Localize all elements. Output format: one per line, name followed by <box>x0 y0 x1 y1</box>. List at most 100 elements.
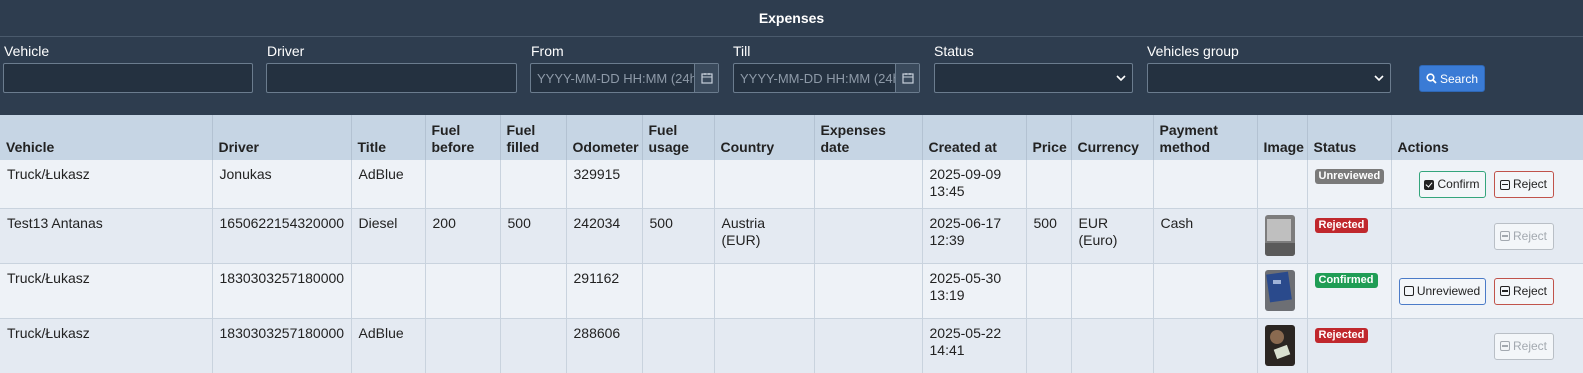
cell-vehicle: Truck/Łukasz <box>0 263 213 319</box>
cell-odometer: 329915 <box>566 160 643 209</box>
country-currency: (EUR) <box>721 231 761 248</box>
cell-currency <box>1071 263 1154 319</box>
cell-expenses-date <box>814 160 923 209</box>
currency-name: (Euro) <box>1078 231 1118 248</box>
search-button[interactable]: Search <box>1419 65 1485 92</box>
till-label: Till <box>733 43 751 59</box>
confirm-button[interactable]: Confirm <box>1418 171 1486 198</box>
expense-image-thumbnail[interactable] <box>1264 324 1295 366</box>
col-created-at[interactable]: Created at <box>922 115 1027 160</box>
created-time: 13:19 <box>929 286 965 303</box>
cell-fuel-usage <box>642 318 715 373</box>
col-payment-method[interactable]: Payment method <box>1153 115 1258 160</box>
status-badge: Rejected <box>1314 217 1369 233</box>
unreviewed-button[interactable]: Unreviewed <box>1398 277 1486 305</box>
col-fuel-usage[interactable]: Fuel usage <box>642 115 715 160</box>
cell-price: 500 <box>1026 208 1072 264</box>
cell-status: Confirmed <box>1307 263 1392 319</box>
cell-fuel-filled <box>500 263 567 319</box>
created-date: 2025-06-17 <box>929 214 1002 231</box>
reject-button[interactable]: Reject <box>1493 277 1554 305</box>
cell-driver: 1830303257180000 <box>212 318 352 373</box>
cell-image <box>1257 318 1308 373</box>
created-time: 14:41 <box>929 341 965 358</box>
table-row[interactable]: Truck/Łukasz Jonukas AdBlue 329915 2025-… <box>0 160 1583 209</box>
created-time: 12:39 <box>929 231 965 248</box>
expenses-table: Vehicle Driver Title Fuel before Fuel fi… <box>0 115 1583 373</box>
expense-image-thumbnail[interactable] <box>1264 214 1295 256</box>
cell-created-at: 2025-09-09 13:45 <box>922 160 1027 209</box>
col-odometer[interactable]: Odometer <box>566 115 643 160</box>
cell-payment-method <box>1153 318 1258 373</box>
reject-button[interactable]: Reject <box>1493 222 1554 250</box>
currency-code: EUR <box>1078 214 1109 231</box>
chevron-down-icon <box>1374 74 1384 81</box>
cell-country <box>714 318 815 373</box>
cell-price <box>1026 160 1072 209</box>
minus-square-icon <box>1499 286 1510 296</box>
till-date-input[interactable]: YYYY-MM-DD HH:MM (24h) <box>733 63 920 93</box>
reject-button[interactable]: Reject <box>1493 332 1554 360</box>
cell-status: Rejected <box>1307 318 1392 373</box>
cell-image <box>1257 263 1308 319</box>
status-badge: Rejected <box>1314 327 1369 343</box>
cell-driver: 1650622154320000 <box>212 208 352 264</box>
calendar-icon[interactable] <box>895 64 919 92</box>
expense-image-thumbnail[interactable] <box>1264 269 1295 311</box>
reject-label: Reject <box>1512 283 1547 298</box>
driver-label: Driver <box>267 43 305 59</box>
vehicles-group-select[interactable] <box>1147 63 1391 93</box>
col-driver[interactable]: Driver <box>212 115 352 160</box>
cell-actions: Confirm Reject <box>1391 160 1583 209</box>
unreviewed-label: Unreviewed <box>1416 283 1481 298</box>
cell-fuel-filled <box>500 318 567 373</box>
col-fuel-filled[interactable]: Fuel filled <box>500 115 567 160</box>
col-country[interactable]: Country <box>714 115 815 160</box>
status-select[interactable] <box>934 63 1133 93</box>
col-expenses-date[interactable]: Expenses date <box>814 115 923 160</box>
vehicle-label: Vehicle <box>4 43 50 59</box>
cell-currency: EUR (Euro) <box>1071 208 1154 264</box>
from-date-input[interactable]: YYYY-MM-DD HH:MM (24h) <box>530 63 719 93</box>
driver-input[interactable] <box>266 63 517 93</box>
reject-button[interactable]: Reject <box>1493 171 1554 198</box>
col-image: Image <box>1257 115 1308 160</box>
cell-payment-method: Cash <box>1153 208 1258 264</box>
confirm-label: Confirm <box>1437 177 1480 191</box>
search-icon <box>1426 73 1437 84</box>
vehicle-input[interactable] <box>3 63 253 93</box>
col-currency[interactable]: Currency <box>1071 115 1154 160</box>
col-price[interactable]: Price <box>1026 115 1072 160</box>
reject-label: Reject <box>1512 228 1547 243</box>
cell-payment-method <box>1153 263 1258 319</box>
cell-vehicle: Test13 Antanas <box>0 208 213 264</box>
cell-odometer: 242034 <box>566 208 643 264</box>
minus-square-icon <box>1499 231 1510 241</box>
col-status[interactable]: Status <box>1307 115 1392 160</box>
col-title[interactable]: Title <box>351 115 426 160</box>
table-header: Vehicle Driver Title Fuel before Fuel fi… <box>0 115 1583 160</box>
status-badge: Unreviewed <box>1314 169 1385 184</box>
cell-actions: Reject <box>1391 318 1583 373</box>
cell-expenses-date <box>814 318 923 373</box>
col-fuel-before[interactable]: Fuel before <box>425 115 501 160</box>
cell-image <box>1257 208 1308 264</box>
calendar-icon[interactable] <box>694 64 718 92</box>
table-row[interactable]: Truck/Łukasz 1830303257180000 291162 202… <box>0 263 1583 319</box>
cell-driver: 1830303257180000 <box>212 263 352 319</box>
cell-fuel-before <box>425 318 501 373</box>
cell-title <box>351 263 426 319</box>
cell-currency <box>1071 318 1154 373</box>
cell-fuel-before: 200 <box>425 208 501 264</box>
cell-fuel-before <box>425 263 501 319</box>
minus-square-icon <box>1499 179 1510 190</box>
created-date: 2025-05-30 <box>929 269 1002 286</box>
table-row[interactable]: Test13 Antanas 1650622154320000 Diesel 2… <box>0 208 1583 264</box>
col-actions: Actions <box>1391 115 1583 160</box>
col-vehicle[interactable]: Vehicle <box>0 115 213 160</box>
cell-created-at: 2025-05-30 13:19 <box>922 263 1027 319</box>
filter-panel: Expenses Vehicle Driver From YYYY-MM-DD … <box>0 0 1583 115</box>
cell-fuel-before <box>425 160 501 209</box>
cell-country: Austria (EUR) <box>714 208 815 264</box>
table-row[interactable]: Truck/Łukasz 1830303257180000 AdBlue 288… <box>0 318 1583 373</box>
